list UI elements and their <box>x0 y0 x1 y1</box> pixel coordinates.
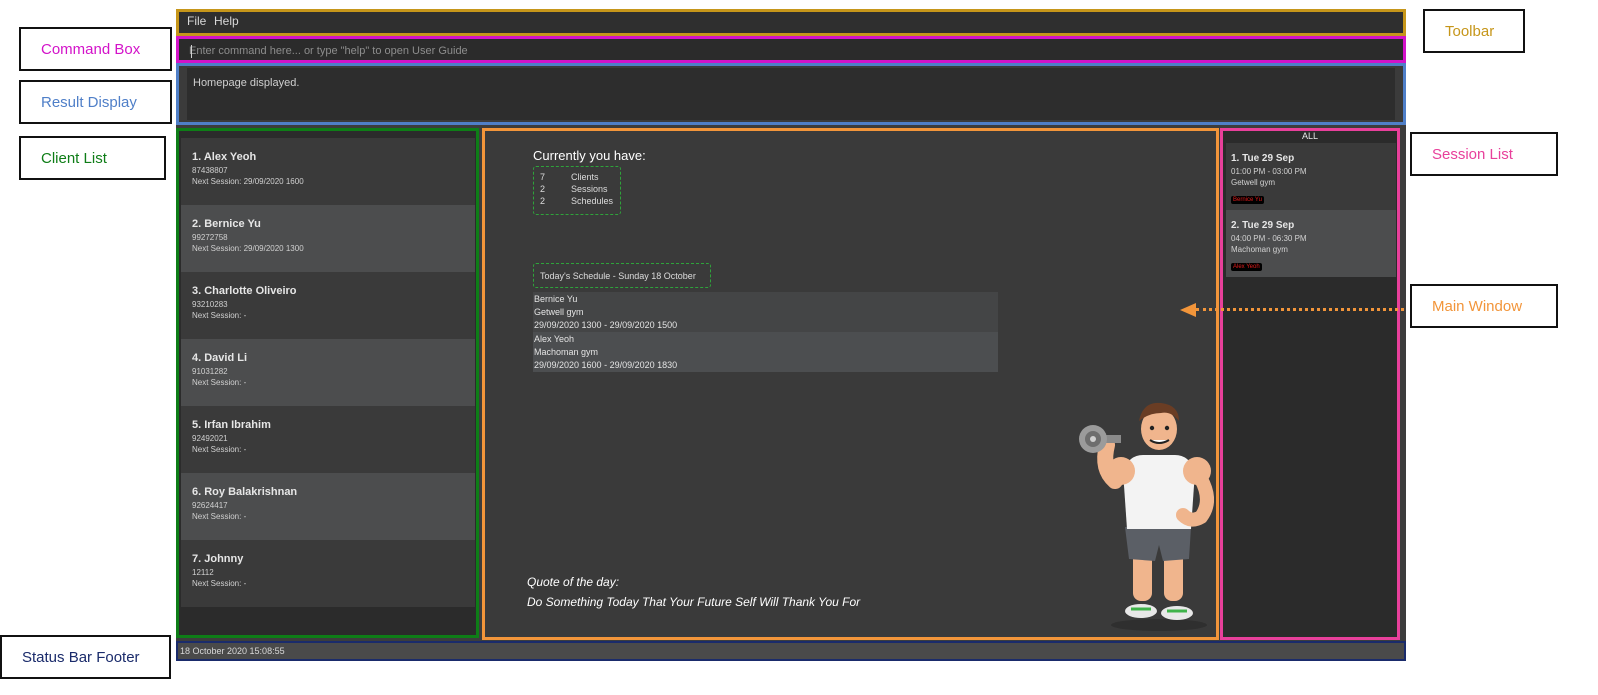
client-phone: 92492021 <box>192 434 228 443</box>
session-time: 04:00 PM - 06:30 PM <box>1231 234 1307 243</box>
client-card[interactable]: 4. David Li 91031282 Next Session: - <box>181 339 475 406</box>
schedule-client: Bernice Yu <box>534 294 578 304</box>
session-title: 2. Tue 29 Sep <box>1231 220 1295 231</box>
annotation-main-window: Main Window <box>1410 284 1558 328</box>
command-box <box>176 36 1406 63</box>
session-filter-label[interactable]: ALL <box>1223 131 1397 141</box>
annotation-main-window-text: Main Window <box>1432 297 1523 315</box>
client-next-session: Next Session: - <box>192 579 247 588</box>
status-bar-footer: 18 October 2020 15:08:55 <box>176 641 1406 661</box>
schedule-time: 29/09/2020 1600 - 29/09/2020 1830 <box>534 360 678 370</box>
session-client-tag: Bernice Yu <box>1231 196 1264 204</box>
menu-file[interactable]: File <box>187 14 206 28</box>
client-name: 6. Roy Balakrishnan <box>192 486 298 498</box>
annotation-result-display-text: Result Display <box>41 93 137 111</box>
text-cursor <box>191 45 192 58</box>
menu-help[interactable]: Help <box>214 14 239 28</box>
arrow-left-icon <box>1180 303 1196 317</box>
schedule-item[interactable]: Alex Yeoh Machoman gym 29/09/2020 1600 -… <box>533 332 998 372</box>
client-name: 3. Charlotte Oliveiro <box>192 285 297 297</box>
result-display-area: Homepage displayed. <box>187 68 1395 120</box>
result-display: Homepage displayed. <box>176 63 1406 125</box>
client-name: 4. David Li <box>192 352 248 364</box>
client-card[interactable]: 1. Alex Yeoh 87438807 Next Session: 29/0… <box>181 138 475 205</box>
session-card[interactable]: 1. Tue 29 Sep 01:00 PM - 03:00 PM Getwel… <box>1226 143 1396 210</box>
session-time: 01:00 PM - 03:00 PM <box>1231 167 1307 176</box>
schedule-client: Alex Yeoh <box>534 334 575 344</box>
summary-label: Clients <box>571 172 599 182</box>
main-window: Currently you have: 7 Clients 2 Sessions… <box>482 128 1219 640</box>
annotation-command-box-text: Command Box <box>41 40 141 58</box>
annotation-toolbar: Toolbar <box>1423 9 1525 53</box>
client-name: 5. Irfan Ibrahim <box>192 419 271 431</box>
session-gym: Machoman gym <box>1231 245 1288 254</box>
client-phone: 91031282 <box>192 367 228 376</box>
client-next-session: Next Session: 29/09/2020 1600 <box>192 177 304 186</box>
client-list[interactable]: 1. Alex Yeoh 87438807 Next Session: 29/0… <box>176 128 479 638</box>
summary-label: Schedules <box>571 196 614 206</box>
client-phone: 99272758 <box>192 233 228 242</box>
annotation-status-bar: Status Bar Footer <box>0 635 171 679</box>
annotation-arrow-line <box>1196 308 1404 311</box>
client-card[interactable]: 3. Charlotte Oliveiro 93210283 Next Sess… <box>181 272 475 339</box>
client-card[interactable]: 7. Johnny 12112 Next Session: - <box>181 540 475 607</box>
schedule-time: 29/09/2020 1300 - 29/09/2020 1500 <box>534 320 678 330</box>
quote-title: Quote of the day: <box>527 575 620 589</box>
client-card[interactable]: 5. Irfan Ibrahim 92492021 Next Session: … <box>181 406 475 473</box>
client-next-session: Next Session: - <box>192 378 247 387</box>
annotation-command-box: Command Box <box>19 27 172 71</box>
client-phone: 93210283 <box>192 300 228 309</box>
quote-text: Do Something Today That Your Future Self… <box>527 595 861 609</box>
client-phone: 87438807 <box>192 166 228 175</box>
annotation-client-list: Client List <box>19 136 166 180</box>
schedule-item[interactable]: Bernice Yu Getwell gym 29/09/2020 1300 -… <box>533 292 998 332</box>
command-input[interactable] <box>189 42 1369 59</box>
client-name: 2. Bernice Yu <box>192 218 261 230</box>
summary-box: 7 Clients 2 Sessions 2 Schedules <box>533 166 621 215</box>
schedule-title: Today's Schedule - Sunday 18 October <box>540 271 696 281</box>
gym-mascot-illustration <box>1079 402 1214 631</box>
summary-label: Sessions <box>571 184 608 194</box>
client-next-session: Next Session: - <box>192 311 247 320</box>
session-gym: Getwell gym <box>1231 178 1276 187</box>
annotation-client-list-text: Client List <box>41 149 107 167</box>
summary-title: Currently you have: <box>533 148 646 163</box>
client-name: 7. Johnny <box>192 553 244 565</box>
client-phone: 12112 <box>192 568 214 577</box>
session-client-tag: Alex Yeoh <box>1231 263 1262 271</box>
schedule-gym: Machoman gym <box>534 347 599 357</box>
client-card[interactable]: 2. Bernice Yu 99272758 Next Session: 29/… <box>181 205 475 272</box>
schedule-title-box: Today's Schedule - Sunday 18 October <box>533 263 711 288</box>
annotation-toolbar-text: Toolbar <box>1445 22 1495 40</box>
schedule-gym: Getwell gym <box>534 307 584 317</box>
summary-count: 7 <box>540 172 546 182</box>
client-phone: 92624417 <box>192 501 228 510</box>
client-next-session: Next Session: - <box>192 445 247 454</box>
summary-count: 2 <box>540 184 546 194</box>
client-card[interactable]: 6. Roy Balakrishnan 92624417 Next Sessio… <box>181 473 475 540</box>
client-name: 1. Alex Yeoh <box>192 151 257 163</box>
session-card[interactable]: 2. Tue 29 Sep 04:00 PM - 06:30 PM Machom… <box>1226 210 1396 277</box>
status-datetime: 18 October 2020 15:08:55 <box>180 646 285 656</box>
annotation-session-list: Session List <box>1410 132 1558 176</box>
summary-count: 2 <box>540 196 546 206</box>
annotation-status-bar-text: Status Bar Footer <box>22 648 140 666</box>
toolbar: File Help <box>176 9 1406 36</box>
client-next-session: Next Session: - <box>192 512 247 521</box>
annotation-result-display: Result Display <box>19 80 172 124</box>
client-next-session: Next Session: 29/09/2020 1300 <box>192 244 304 253</box>
result-text: Homepage displayed. <box>193 77 300 89</box>
session-title: 1. Tue 29 Sep <box>1231 153 1295 164</box>
annotation-session-list-text: Session List <box>1432 145 1513 163</box>
session-list[interactable]: ALL 1. Tue 29 Sep 01:00 PM - 03:00 PM Ge… <box>1220 128 1400 640</box>
